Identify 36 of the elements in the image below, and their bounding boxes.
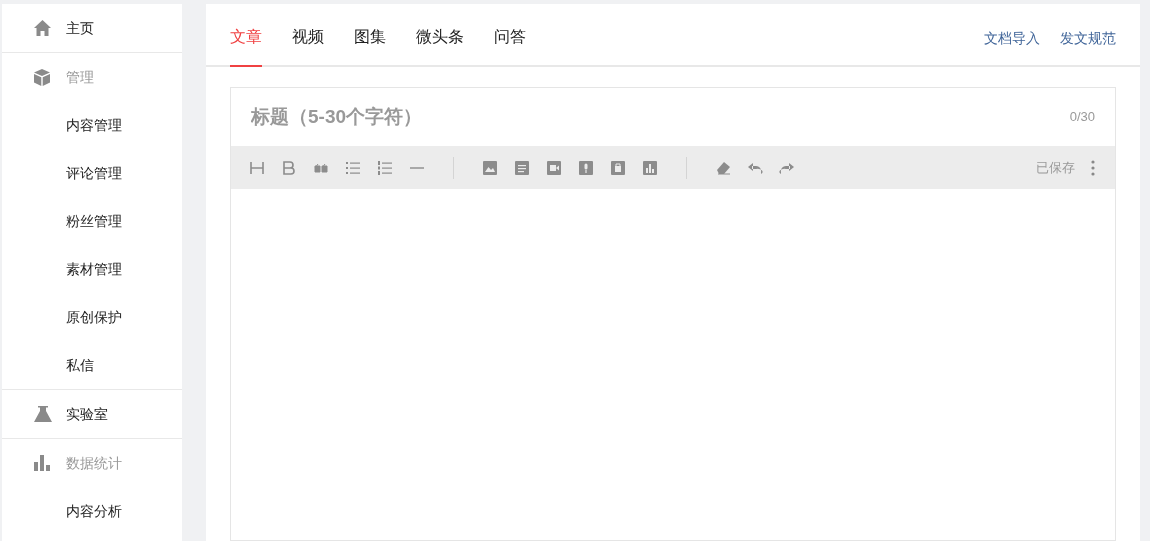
numbered-list-icon[interactable] <box>377 159 393 176</box>
sidebar-item[interactable]: 素材管理 <box>66 258 122 280</box>
header-link[interactable]: 发文规范 <box>1060 28 1116 49</box>
cube-icon <box>34 68 50 86</box>
header-link[interactable]: 文档导入 <box>984 28 1040 49</box>
sidebar-item[interactable]: 内容管理 <box>66 114 122 136</box>
tab[interactable]: 视频 <box>292 25 324 67</box>
bag-icon[interactable] <box>610 159 626 176</box>
sidebar-item[interactable]: 评论管理 <box>66 162 122 184</box>
image-icon[interactable] <box>482 159 498 176</box>
character-counter: 0/30 <box>1069 108 1095 127</box>
sidebar-item[interactable]: 私信 <box>66 354 94 376</box>
more-icon[interactable] <box>1091 159 1095 176</box>
sidebar-group-label: 数据统计 <box>66 453 122 473</box>
save-status: 已保存 <box>1036 158 1075 177</box>
tab[interactable]: 文章 <box>230 25 262 67</box>
sidebar-item[interactable]: 内容分析 <box>66 500 122 522</box>
video-icon[interactable] <box>546 159 562 176</box>
heading-icon[interactable] <box>249 159 265 176</box>
document-icon[interactable] <box>514 159 530 176</box>
bar-chart-icon <box>34 455 50 471</box>
tab[interactable]: 图集 <box>354 25 386 67</box>
sidebar-item[interactable]: 粉丝管理 <box>66 210 122 232</box>
chart-icon[interactable] <box>642 159 658 176</box>
sidebar-item[interactable]: 主页 <box>66 17 94 39</box>
sidebar-item[interactable]: 原创保护 <box>66 306 122 328</box>
sidebar-item[interactable]: 实验室 <box>66 403 108 425</box>
flask-icon <box>34 406 52 422</box>
tab[interactable]: 微头条 <box>416 25 464 67</box>
sidebar-group-label: 管理 <box>66 67 94 87</box>
home-icon <box>34 20 51 36</box>
bullet-list-icon[interactable] <box>345 159 361 176</box>
tab[interactable]: 问答 <box>494 25 526 67</box>
eraser-icon[interactable] <box>715 159 731 176</box>
bold-icon[interactable] <box>281 159 297 176</box>
title-input[interactable]: 标题（5-30个字符） <box>251 102 1070 132</box>
